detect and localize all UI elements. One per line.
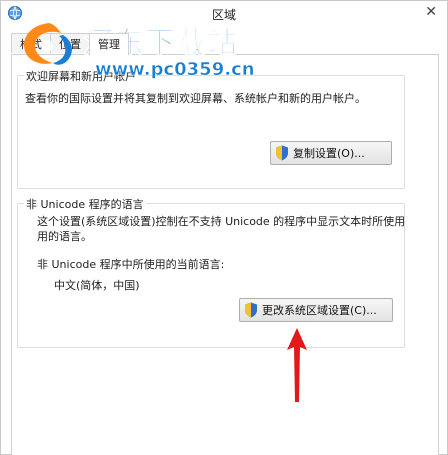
current-language-label: 非 Unicode 程序中所使用的当前语言:: [37, 258, 225, 271]
unicode-description-line2: 用的语言。: [37, 230, 92, 243]
unicode-description-line1: 这个设置(系统区域设置)控制在不支持 Unicode 的程序中显示文本时所使用: [37, 215, 406, 228]
watermark-url: www.pc0359.cn: [95, 59, 255, 81]
uac-shield-icon: [276, 145, 288, 161]
region-dialog: 区域 ✕ 格式 位置 管理 欢迎屏幕和新用户帐户 查看你的国际设置并将其复制到欢…: [0, 0, 448, 455]
close-button[interactable]: ✕: [425, 4, 437, 20]
change-system-locale-label: 更改系统区域设置(C)...: [262, 304, 377, 317]
change-system-locale-button[interactable]: 更改系统区域设置(C)...: [239, 298, 393, 322]
tab-administrative[interactable]: 管理: [89, 33, 129, 55]
current-language-value: 中文(简体，中国): [54, 279, 140, 292]
watermark-logo-icon: [24, 23, 72, 65]
unicode-group-title: 非 Unicode 程序的语言: [24, 196, 146, 212]
red-arrow-annotation: [287, 328, 307, 402]
copy-settings-button[interactable]: 复制设置(O)...: [270, 141, 392, 165]
uac-shield-icon: [245, 302, 257, 318]
copy-settings-label: 复制设置(O)...: [293, 147, 365, 160]
welcome-description: 查看你的国际设置并将其复制到欢迎屏幕、系统帐户和新的用户帐户。: [25, 92, 366, 105]
